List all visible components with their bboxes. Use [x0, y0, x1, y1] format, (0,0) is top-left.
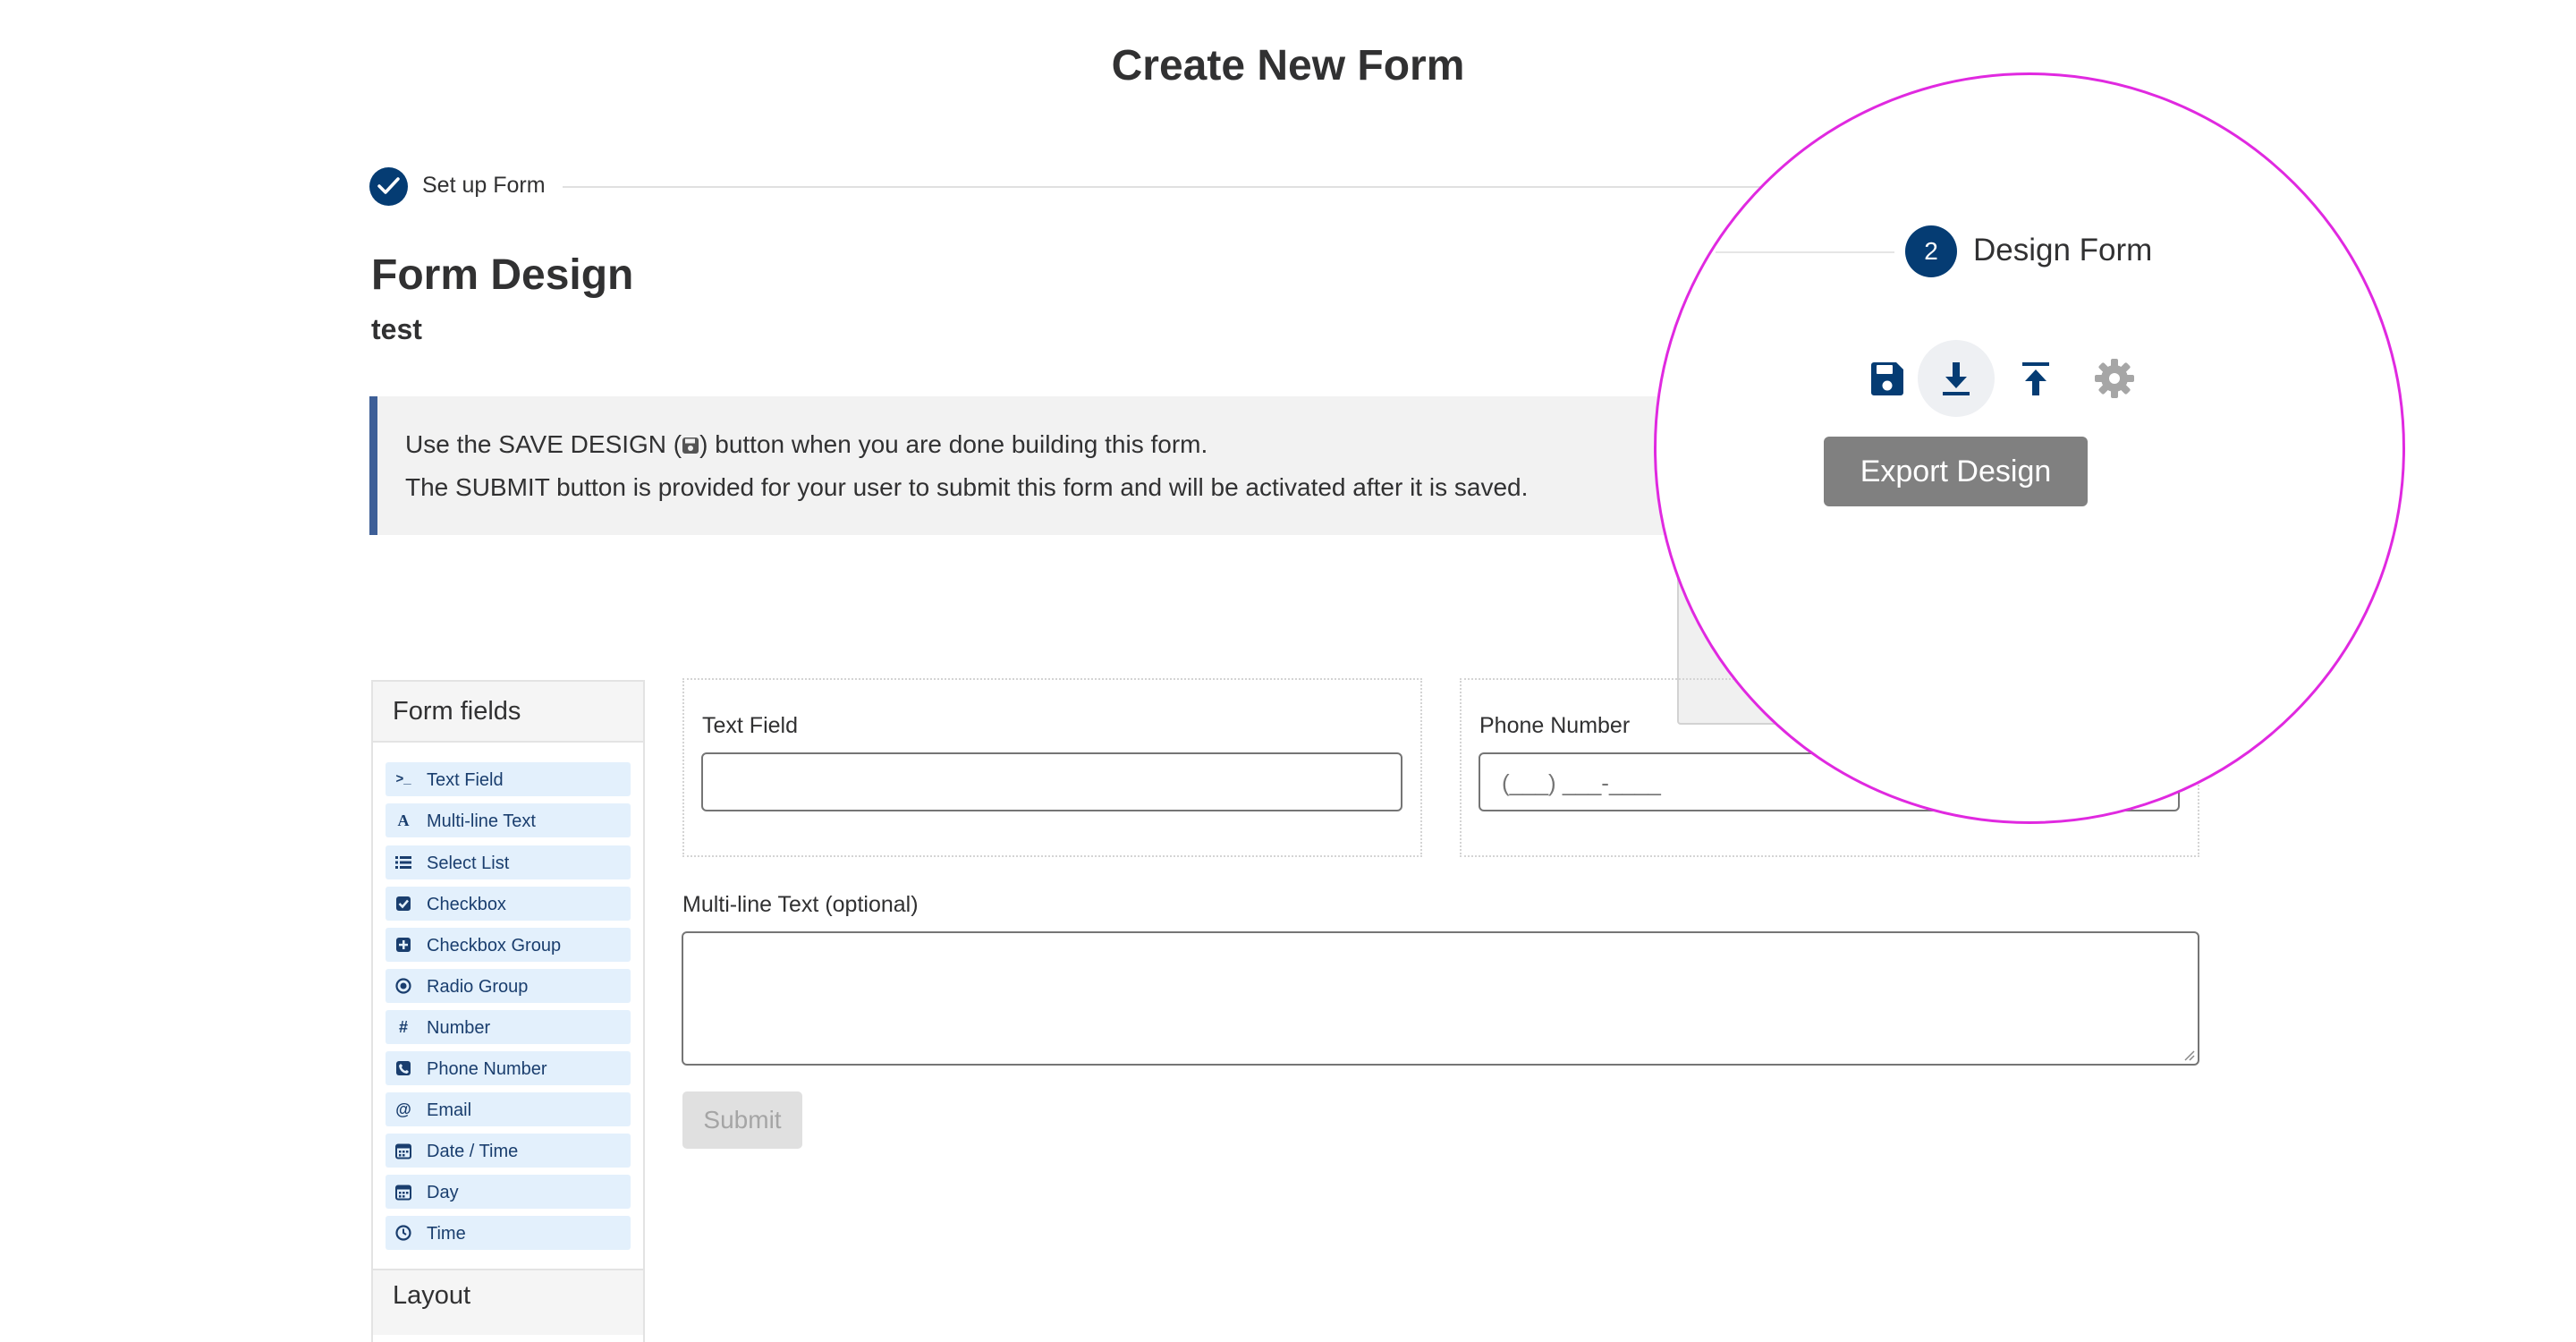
sidebar-item-label: Text Field [427, 770, 504, 790]
form-name: test [371, 313, 422, 345]
info-line-2: The SUBMIT button is provided for your u… [405, 473, 1529, 501]
phone-number-label: Phone Number [1479, 713, 1631, 738]
multiline-label: Multi-line Text (optional) [682, 892, 919, 917]
sidebar-title: Form fields [393, 697, 521, 726]
save-icon [1871, 362, 1903, 395]
plus-square-icon [394, 936, 412, 954]
sidebar-item-label: Number [427, 1018, 491, 1038]
sidebar-item-checkbox[interactable]: Checkbox [386, 887, 631, 921]
sidebar-item-label: Checkbox [427, 895, 506, 914]
step-complete-icon [369, 167, 408, 206]
step-1-label[interactable]: Set up Form [422, 173, 546, 199]
info-line-1-suffix: ) button when you are done building this… [699, 430, 1208, 458]
upload-icon [2022, 362, 2049, 395]
sidebar-item-label: Day [427, 1183, 459, 1202]
sidebar-item-email[interactable]: @ Email [386, 1092, 631, 1126]
sidebar-item-time[interactable]: Time [386, 1216, 631, 1250]
text-field-label: Text Field [702, 713, 798, 738]
sidebar-item-phone-number[interactable]: Phone Number [386, 1051, 631, 1085]
sidebar-item-label: Phone Number [427, 1059, 547, 1079]
sidebar-item-label: Radio Group [427, 977, 529, 997]
clock-icon [394, 1224, 412, 1242]
phone-square-icon [394, 1059, 412, 1077]
save-design-button[interactable] [1852, 343, 1923, 414]
calendar-icon [394, 1142, 412, 1159]
import-design-button[interactable] [2000, 343, 2072, 414]
sidebar-item-number[interactable]: # Number [386, 1010, 631, 1044]
step-2-badge: 2 [1905, 225, 1957, 277]
check-square-icon [394, 895, 412, 913]
settings-button[interactable] [2079, 343, 2150, 414]
text-field-input[interactable] [701, 752, 1402, 811]
sidebar-item-label: Time [427, 1224, 466, 1244]
sidebar-item-text-field[interactable]: >_ Text Field [386, 762, 631, 796]
layout-title: Layout [393, 1281, 471, 1310]
font-icon: A [397, 811, 410, 829]
calendar-icon [394, 1183, 412, 1201]
save-icon [682, 432, 699, 454]
list-icon [394, 854, 412, 871]
sidebar-item-checkbox-group[interactable]: Checkbox Group [386, 928, 631, 962]
sidebar-item-radio-group[interactable]: Radio Group [386, 969, 631, 1003]
info-line-1: Use the SAVE DESIGN ( ) button when you a… [405, 430, 1208, 459]
step-2-label[interactable]: Design Form [1973, 233, 2152, 268]
info-line-1-prefix: Use the SAVE DESIGN ( [405, 430, 682, 458]
phone-placeholder: (___) ___-____ [1502, 769, 1661, 796]
submit-button[interactable]: Submit [682, 1091, 802, 1149]
terminal-icon: >_ [395, 771, 411, 786]
sidebar-item-label: Email [427, 1100, 472, 1120]
sidebar-item-label: Checkbox Group [427, 936, 562, 956]
sidebar-item-multiline-text[interactable]: A Multi-line Text [386, 803, 631, 837]
dot-circle-icon [394, 977, 412, 995]
sidebar-item-date-time[interactable]: Date / Time [386, 1134, 631, 1168]
gear-icon [2095, 359, 2134, 398]
stepper-connector [563, 186, 1833, 188]
page-title: Create New Form [1111, 42, 1465, 89]
sidebar-item-label: Date / Time [427, 1142, 519, 1161]
export-design-tooltip: Export Design [1824, 437, 2088, 506]
sidebar-item-select-list[interactable]: Select List [386, 845, 631, 879]
sidebar-item-label: Select List [427, 854, 510, 873]
section-heading: Form Design [371, 251, 634, 299]
hash-icon: # [398, 1018, 408, 1036]
export-design-button[interactable] [1920, 343, 1992, 414]
sidebar-item-day[interactable]: Day [386, 1175, 631, 1209]
stepper-connector-zoom [1716, 251, 1894, 253]
at-icon: @ [395, 1100, 411, 1118]
sidebar-item-label: Multi-line Text [427, 811, 536, 831]
resize-handle-icon[interactable] [2182, 1049, 2195, 1061]
multiline-textarea[interactable] [682, 931, 2199, 1066]
download-icon [1943, 362, 1970, 395]
